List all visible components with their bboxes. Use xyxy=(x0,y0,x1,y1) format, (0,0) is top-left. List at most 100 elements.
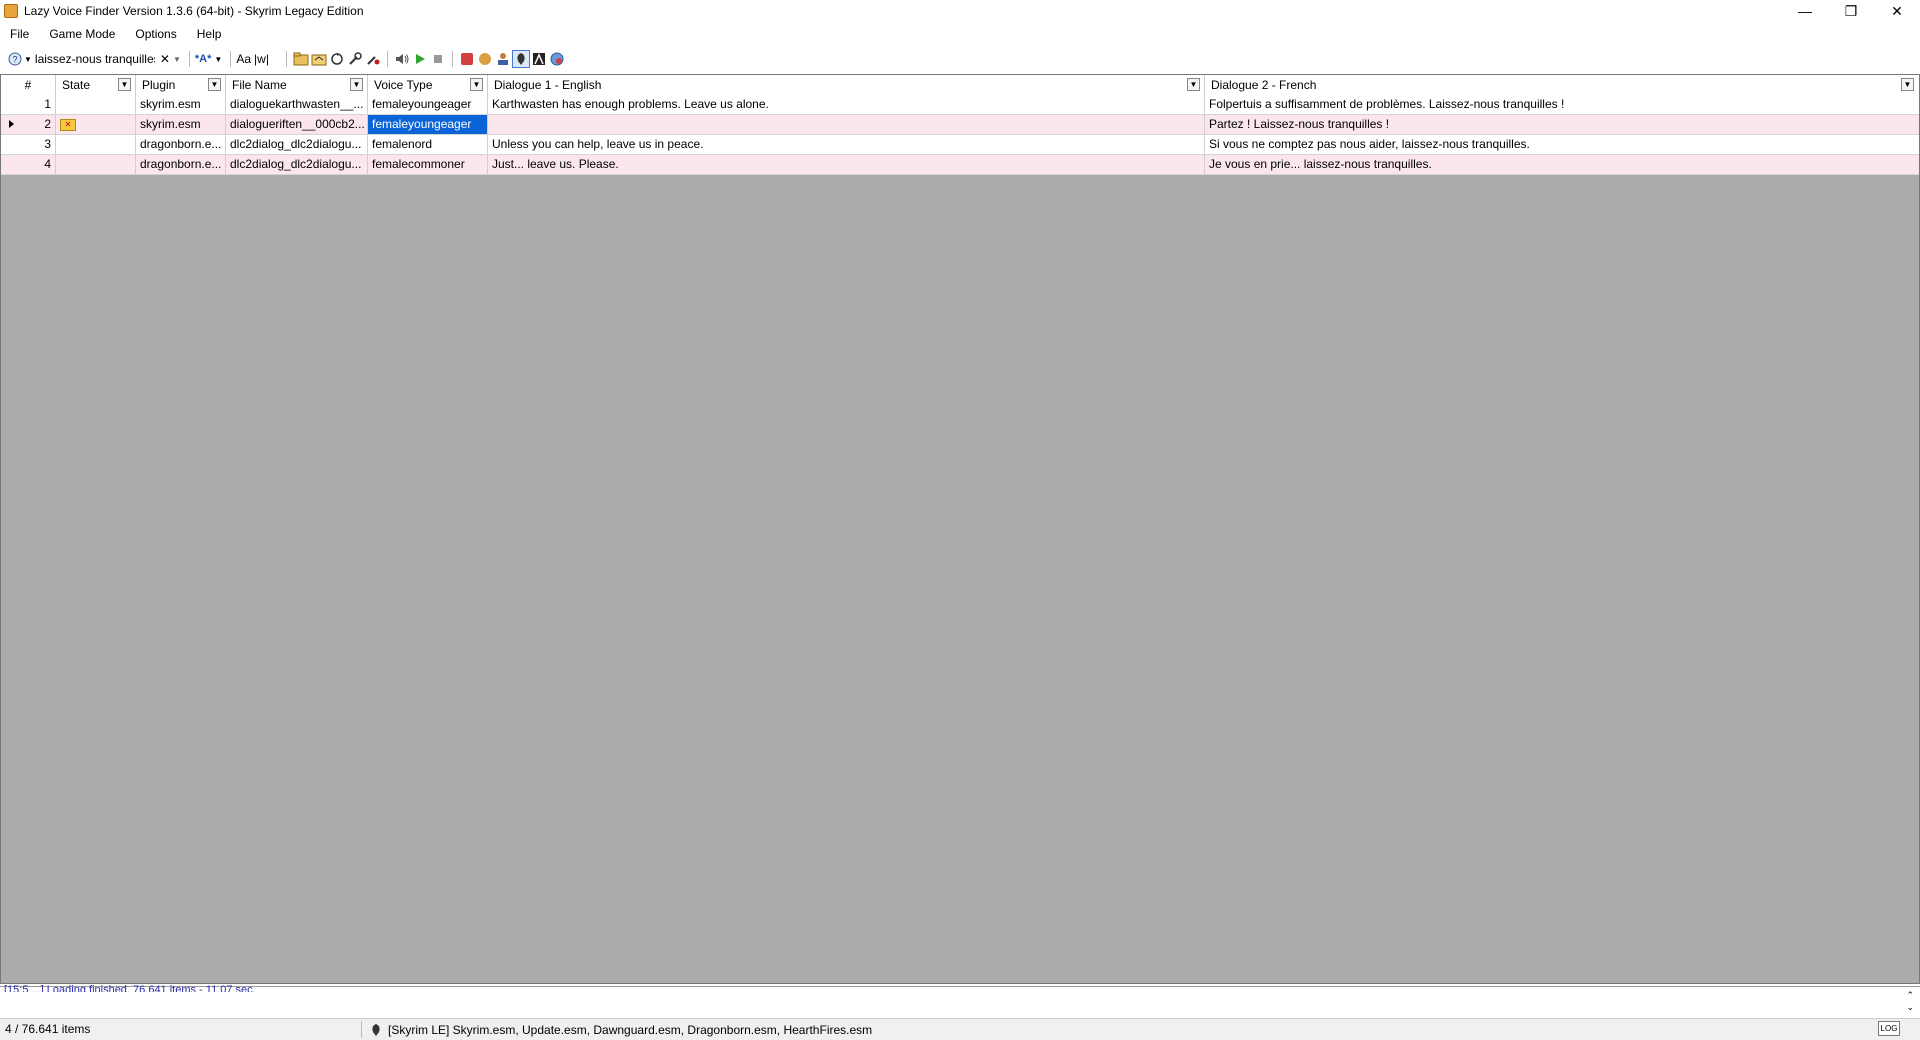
stop-icon[interactable] xyxy=(429,50,447,68)
status-bar: 4 / 76.641 items [Skyrim LE] Skyrim.esm,… xyxy=(0,1018,1920,1040)
row-dialogue-french: Folpertuis a suffisamment de problèmes. … xyxy=(1209,97,1565,111)
row-dialogue-french: Si vous ne comptez pas nous aider, laiss… xyxy=(1209,137,1530,151)
row-dialogue-english: Karthwasten has enough problems. Leave u… xyxy=(488,95,1205,114)
menu-help[interactable]: Help xyxy=(187,27,232,41)
row-file-name: dialogueriften__000cb2... xyxy=(226,115,368,134)
filter-dropdown-icon[interactable]: ▼ xyxy=(118,78,131,91)
import-icon[interactable] xyxy=(476,50,494,68)
speaker-icon[interactable] xyxy=(393,50,411,68)
filter-dropdown-icon[interactable]: ▼ xyxy=(1187,78,1200,91)
row-number: 1 xyxy=(1,95,56,114)
filter-mode-dropdown-icon[interactable]: ▼ xyxy=(214,50,222,68)
col-header-plugin-label: Plugin xyxy=(142,78,176,92)
scroll-down-icon[interactable]: ⌄ xyxy=(1906,1001,1914,1013)
filter-mode-button[interactable]: *A* xyxy=(195,50,212,68)
search-history-dropdown-icon[interactable]: ▼ xyxy=(173,50,181,68)
col-header-dialogue-french[interactable]: Dialogue 2 - French ▼ xyxy=(1205,75,1919,95)
scroll-up-icon[interactable]: ⌃ xyxy=(1906,989,1914,1001)
window-controls: — ❐ ✕ xyxy=(1782,0,1920,22)
play-icon[interactable] xyxy=(411,50,429,68)
row-voice-type[interactable]: femaleyoungeager xyxy=(368,95,488,114)
clear-search-button[interactable]: ✕ xyxy=(160,50,170,68)
col-header-state-label: State xyxy=(62,78,91,92)
col-header-num[interactable]: # xyxy=(1,75,56,95)
row-plugin: dragonborn.e... xyxy=(136,155,226,174)
export-icon[interactable] xyxy=(458,50,476,68)
wrench-icon[interactable] xyxy=(346,50,364,68)
menu-options[interactable]: Options xyxy=(125,27,186,41)
row-dialogue-french: Je vous en prie... laissez-nous tranquil… xyxy=(1209,157,1432,171)
col-header-file-name-label: File Name xyxy=(232,78,287,92)
toolbar: ? ▼ laissez-nous tranquilles ✕ ▼ *A* ▼ A… xyxy=(0,48,1920,70)
table-row[interactable]: 3 dragonborn.e... dlc2dialog_dlc2dialogu… xyxy=(1,135,1919,155)
row-plugin: dragonborn.e... xyxy=(136,135,226,154)
row-state xyxy=(56,95,136,114)
row-dialogue-english: Unless you can help, leave us in peace. xyxy=(488,135,1205,154)
row-dialogue-english xyxy=(488,115,1205,134)
row-voice-type[interactable]: femalenord xyxy=(368,135,488,154)
refresh-icon[interactable] xyxy=(328,50,346,68)
skyrim-logo-icon[interactable] xyxy=(530,50,548,68)
col-header-voice-type-label: Voice Type xyxy=(374,78,433,92)
search-mode-dropdown-icon[interactable]: ▼ xyxy=(24,50,32,68)
row-number: 2 xyxy=(1,115,56,134)
toolbar-separator xyxy=(285,51,287,67)
search-input[interactable]: laissez-nous tranquilles xyxy=(35,50,160,68)
row-dialogue-english: Just... leave us. Please. xyxy=(488,155,1205,174)
col-header-dialogue-english[interactable]: Dialogue 1 - English ▼ xyxy=(488,75,1205,95)
restore-button[interactable]: ❐ xyxy=(1828,0,1874,22)
missing-audio-icon: ✕ xyxy=(60,118,76,131)
loaded-plugins-text: [Skyrim LE] Skyrim.esm, Update.esm, Dawn… xyxy=(388,1022,873,1037)
row-voice-type[interactable]: femaleyoungeager xyxy=(368,115,488,134)
row-number: 3 xyxy=(1,135,56,154)
voice-toggle-icon[interactable] xyxy=(511,50,530,68)
col-header-dialogue-french-label: Dialogue 2 - French xyxy=(1211,78,1317,92)
window-title: Lazy Voice Finder Version 1.3.6 (64-bit)… xyxy=(24,4,364,18)
row-plugin: skyrim.esm xyxy=(136,95,226,114)
close-button[interactable]: ✕ xyxy=(1874,0,1920,22)
row-dialogue-french: Partez ! Laissez-nous tranquilles ! xyxy=(1209,117,1390,131)
log-button[interactable]: LOG xyxy=(1878,1021,1900,1036)
open-folder-icon[interactable] xyxy=(292,50,310,68)
log-pane[interactable]: [15:5 ...] Loading finished. 76.641 item… xyxy=(0,984,1920,1017)
filter-dropdown-icon[interactable]: ▼ xyxy=(350,78,363,91)
row-voice-type[interactable]: femalecommoner xyxy=(368,155,488,174)
loaded-plugins: [Skyrim LE] Skyrim.esm, Update.esm, Dawn… xyxy=(362,1021,872,1038)
row-file-name: dialoguekarthwasten__... xyxy=(226,95,368,114)
row-file-name: dlc2dialog_dlc2dialogu... xyxy=(226,155,368,174)
filter-dropdown-icon[interactable]: ▼ xyxy=(208,78,221,91)
log-text: [15:5 ...] Loading finished. 76.641 item… xyxy=(4,984,256,992)
col-header-file-name[interactable]: File Name ▼ xyxy=(226,75,368,95)
toolbar-separator xyxy=(188,51,190,67)
app-icon xyxy=(4,4,18,18)
row-state: ✕ xyxy=(56,115,136,134)
filter-dropdown-icon[interactable]: ▼ xyxy=(470,78,483,91)
menu-file[interactable]: File xyxy=(0,27,39,41)
col-header-state[interactable]: State ▼ xyxy=(56,75,136,95)
table-row[interactable]: 2 ✕ skyrim.esm dialogueriften__000cb2...… xyxy=(1,115,1919,135)
results-grid[interactable]: # State ▼ Plugin ▼ File Name ▼ Voice Type ▼ … xyxy=(0,74,1920,984)
whole-word-button[interactable]: |w| xyxy=(254,50,269,68)
minimize-button[interactable]: — xyxy=(1782,0,1828,22)
menu-game-mode[interactable]: Game Mode xyxy=(39,27,125,41)
table-row[interactable]: 1 skyrim.esm dialoguekarthwasten__... fe… xyxy=(1,95,1919,115)
search-input-value: laissez-nous tranquilles xyxy=(34,52,155,66)
filter-dropdown-icon[interactable]: ▼ xyxy=(1901,78,1914,91)
tools-icon[interactable] xyxy=(364,50,382,68)
log-scrollbar[interactable]: ⌃ ⌄ xyxy=(1906,989,1914,1013)
user-icon[interactable] xyxy=(494,50,512,68)
voice-icon xyxy=(372,1023,380,1036)
table-row[interactable]: 4 dragonborn.e... dlc2dialog_dlc2dialogu… xyxy=(1,155,1919,175)
match-case-button[interactable]: Aa xyxy=(236,50,251,68)
row-plugin: skyrim.esm xyxy=(136,115,226,134)
menu-bar: File Game Mode Options Help xyxy=(0,24,231,44)
search-mode-icon[interactable]: ? xyxy=(6,50,24,68)
open-file-icon[interactable] xyxy=(310,50,328,68)
col-header-dialogue-english-label: Dialogue 1 - English xyxy=(494,78,602,92)
globe-icon[interactable] xyxy=(548,50,566,68)
toolbar-separator xyxy=(386,51,388,67)
col-header-voice-type[interactable]: Voice Type ▼ xyxy=(368,75,488,95)
svg-text:?: ? xyxy=(12,55,17,65)
toolbar-separator xyxy=(230,51,232,67)
col-header-plugin[interactable]: Plugin ▼ xyxy=(136,75,226,95)
